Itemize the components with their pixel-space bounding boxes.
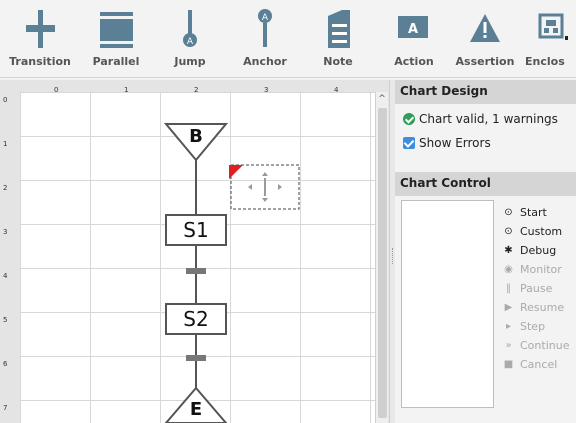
- enclosure-label: Enclos: [525, 55, 565, 68]
- scrollbar-thumb[interactable]: [378, 108, 387, 418]
- continue-button[interactable]: » Continue: [503, 335, 576, 355]
- enclosure-tool[interactable]: Enclos: [520, 0, 576, 78]
- action-tool[interactable]: A Action: [384, 0, 444, 78]
- resume-button[interactable]: ▶ Resume: [503, 297, 576, 317]
- assertion-label: Assertion: [455, 55, 515, 68]
- begin-label: B: [189, 126, 203, 147]
- monitor-button[interactable]: ◉ Monitor: [503, 259, 576, 279]
- properties-panel: Chart Design Chart valid, 1 warnings Sho…: [395, 80, 576, 423]
- chart-status-text: Chart valid, 1 warnings: [419, 112, 558, 126]
- fast-forward-icon: »: [505, 339, 512, 351]
- note-tool[interactable]: Note: [302, 0, 374, 78]
- anchor-icon: A: [258, 9, 272, 47]
- pause-icon: ‖: [506, 282, 511, 294]
- custom-button[interactable]: ⊙ Custom: [503, 221, 576, 241]
- row-label: 6: [3, 360, 8, 368]
- row-label: 7: [3, 404, 8, 412]
- transition-label: Transition: [9, 55, 71, 68]
- row-ruler: 0 1 2 3 4 5 6 7: [0, 92, 12, 423]
- chart-instance-list[interactable]: [401, 200, 494, 408]
- action-label: Action: [394, 55, 434, 68]
- jump-icon: A: [183, 10, 197, 47]
- svg-text:A: A: [262, 13, 269, 23]
- play-circle-icon: ⊙: [504, 225, 513, 237]
- chart-design-header: Chart Design: [395, 80, 576, 104]
- parallel-icon: [100, 12, 133, 48]
- note-label: Note: [323, 55, 353, 68]
- parallel-label: Parallel: [92, 55, 140, 68]
- checkbox-checked-icon[interactable]: [403, 137, 415, 149]
- row-label: 5: [3, 316, 8, 324]
- sfc-chart-designer: Transition Parallel A Jump A Anchor Note…: [0, 0, 576, 423]
- start-button[interactable]: ⊙ Start: [503, 202, 576, 222]
- step-icon: ▸: [505, 320, 512, 332]
- transition-icon: [26, 10, 55, 48]
- parallel-tool[interactable]: Parallel: [80, 0, 152, 78]
- enclosure-icon: [538, 13, 568, 40]
- step-s1[interactable]: S1: [165, 214, 227, 246]
- row-label: 3: [3, 228, 8, 236]
- svg-text:A: A: [187, 37, 194, 47]
- play-circle-icon: ⊙: [504, 206, 513, 218]
- play-icon: ▶: [504, 301, 513, 313]
- cancel-button[interactable]: ■ Cancel: [503, 354, 576, 374]
- svg-text:A: A: [408, 22, 418, 37]
- show-errors-label: Show Errors: [419, 136, 491, 150]
- bug-icon: ✱: [504, 244, 513, 256]
- canvas-vertical-scrollbar[interactable]: ^: [375, 92, 388, 423]
- show-errors-checkbox[interactable]: Show Errors: [403, 136, 491, 150]
- note-icon: [328, 10, 350, 48]
- assertion-tool[interactable]: Assertion: [452, 0, 518, 78]
- row-label: 4: [3, 272, 8, 280]
- stop-icon: ■: [503, 358, 514, 370]
- splitter-grip-icon: [392, 248, 394, 264]
- row-label: 2: [3, 184, 8, 192]
- toolbar: Transition Parallel A Jump A Anchor Note…: [0, 0, 576, 78]
- valid-check-icon: [403, 113, 415, 125]
- chart-status: Chart valid, 1 warnings: [403, 112, 558, 126]
- row-label: 0: [3, 96, 8, 104]
- scroll-up-arrow-icon[interactable]: ^: [376, 94, 388, 104]
- end-label: E: [189, 399, 203, 420]
- jump-tool[interactable]: A Jump: [152, 0, 228, 78]
- anchor-tool[interactable]: A Anchor: [228, 0, 302, 78]
- anchor-label: Anchor: [243, 55, 287, 68]
- row-label: 1: [3, 140, 8, 148]
- pause-button[interactable]: ‖ Pause: [503, 278, 576, 298]
- step-button[interactable]: ▸ Step: [503, 316, 576, 336]
- action-icon: A: [398, 16, 428, 38]
- jump-label: Jump: [174, 55, 206, 68]
- eye-icon: ◉: [504, 263, 513, 275]
- debug-button[interactable]: ✱ Debug: [503, 240, 576, 260]
- transition-tool[interactable]: Transition: [2, 0, 78, 78]
- assertion-icon: [470, 14, 500, 42]
- step-s2[interactable]: S2: [165, 303, 227, 335]
- chart-control-header: Chart Control: [395, 172, 576, 196]
